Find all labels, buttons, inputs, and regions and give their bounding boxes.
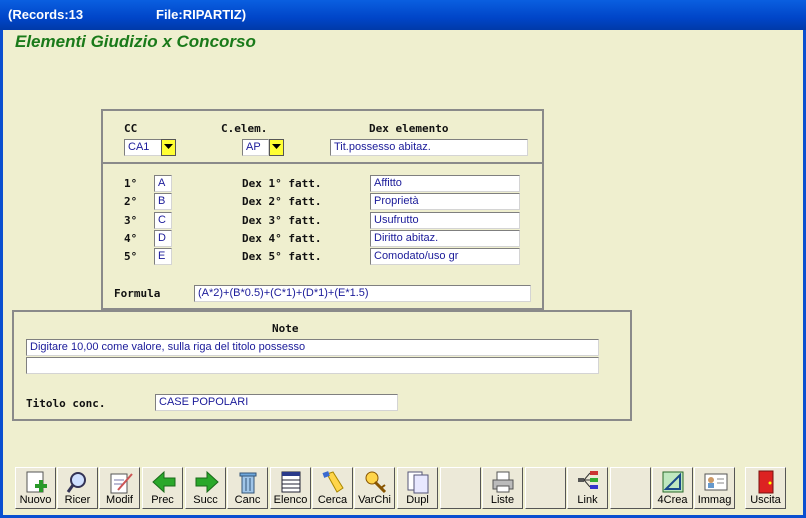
liste-button[interactable]: Liste [482,467,523,509]
dupl-label: Dupl [406,494,429,506]
ricer-label: Ricer [64,494,91,506]
factor-2-dex-field[interactable]: Proprietà [370,193,520,210]
id-card-icon [704,473,728,491]
key-icon [365,471,387,494]
factor-3-dex-field[interactable]: Usufrutto [370,212,520,229]
varchi-button[interactable]: VarChi [354,467,395,509]
canc-label: Canc [234,494,261,506]
new-document-icon [26,471,47,493]
ricer-button[interactable]: Ricer [57,467,98,509]
liste-label: Liste [490,494,515,506]
empty-button-2[interactable] [525,467,566,509]
factor-5-dex-label: Dex 5° fatt. [242,250,322,263]
formula-label: Formula [114,287,161,300]
cc-label: CC [124,122,138,135]
immag-label: Immag [697,494,732,506]
arrow-left-icon [152,470,176,494]
factor-3-dex-label: Dex 3° fatt. [242,214,322,227]
drafting-icon [662,471,684,493]
prec-button[interactable]: Prec [142,467,183,509]
exit-door-icon [758,470,774,494]
factor-4-dex-field[interactable]: Diritto abitaz. [370,230,520,247]
flashlight-icon [322,471,344,493]
succ-label: Succ [193,494,218,506]
factor-2-dex-label: Dex 2° fatt. [242,195,322,208]
dupl-button[interactable]: Dupl [397,467,438,509]
factor-4-label: 4° [124,232,138,245]
duplicate-icon [407,471,429,494]
list-grid-icon [281,471,301,493]
factor-5-code[interactable]: E [154,248,172,265]
printer-icon [492,471,514,493]
cerca-label: Cerca [317,494,348,506]
hierarchy-icon [578,471,598,489]
note-line-1[interactable]: Digitare 10,00 come valore, sulla riga d… [26,339,599,356]
nuovo-button[interactable]: Nuovo [15,467,56,509]
page-title: Elementi Giudizio x Concorso [15,32,256,51]
factor-4-dex-label: Dex 4° fatt. [242,232,322,245]
trash-icon [239,472,257,494]
modif-label: Modif [106,494,133,506]
cerca-button[interactable]: Cerca [312,467,353,509]
modif-button[interactable]: Modif [99,467,140,509]
toolbar: Nuovo Ricer Modif Prec Succ Canc Elenco … [13,467,788,511]
elenco-button[interactable]: Elenco [270,467,311,509]
factor-1-dex-label: Dex 1° fatt. [242,177,322,190]
empty-button-1[interactable] [440,467,481,509]
title-bar: (Records:13 File:RIPARTIZ) [0,0,806,30]
arrow-right-icon [195,470,219,494]
panel-divider [101,162,542,164]
note-line-2[interactable] [26,357,599,374]
note-label: Note [272,322,299,335]
crea-label: 4Crea [657,494,688,506]
records-count: (Records:13 [8,7,84,22]
canc-button[interactable]: Canc [227,467,268,509]
succ-button[interactable]: Succ [185,467,226,509]
celem-dropdown-button[interactable] [269,139,284,156]
varchi-label: VarChi [358,494,391,506]
titolo-label: Titolo conc. [26,397,106,410]
factor-1-label: 1° [124,177,138,190]
celem-combo[interactable]: AP [242,139,269,156]
uscita-label: Uscita [750,494,781,506]
uscita-button[interactable]: Uscita [745,467,786,509]
factor-3-label: 3° [124,214,138,227]
dex-elemento-label: Dex elemento [369,122,449,135]
dex-elemento-field[interactable]: Tit.possesso abitaz. [330,139,528,156]
link-button[interactable]: Link [567,467,608,509]
crea-button[interactable]: 4Crea [652,467,693,509]
nuovo-label: Nuovo [19,494,52,506]
factor-1-code[interactable]: A [154,175,172,192]
factor-3-code[interactable]: C [154,212,172,229]
factor-4-code[interactable]: D [154,230,172,247]
prec-label: Prec [151,494,174,506]
edit-document-icon [110,473,133,494]
celem-label: C.elem. [221,122,268,135]
cc-combo[interactable]: CA1 [124,139,162,156]
empty-button-3[interactable] [610,467,651,509]
elenco-label: Elenco [273,494,308,506]
file-name: File:RIPARTIZ) [156,7,247,22]
chevron-down-icon [164,144,173,149]
titolo-field[interactable]: CASE POPOLARI [155,394,398,411]
formula-field[interactable]: (A*2)+(B*0.5)+(C*1)+(D*1)+(E*1.5) [194,285,531,302]
factor-2-code[interactable]: B [154,193,172,210]
magnifier-icon [66,472,86,493]
factor-1-dex-field[interactable]: Affitto [370,175,520,192]
chevron-down-icon [272,144,281,149]
link-label: Link [577,494,598,506]
cc-dropdown-button[interactable] [161,139,176,156]
factor-5-dex-field[interactable]: Comodato/uso gr [370,248,520,265]
factor-2-label: 2° [124,195,138,208]
immag-button[interactable]: Immag [694,467,735,509]
factor-5-label: 5° [124,250,138,263]
